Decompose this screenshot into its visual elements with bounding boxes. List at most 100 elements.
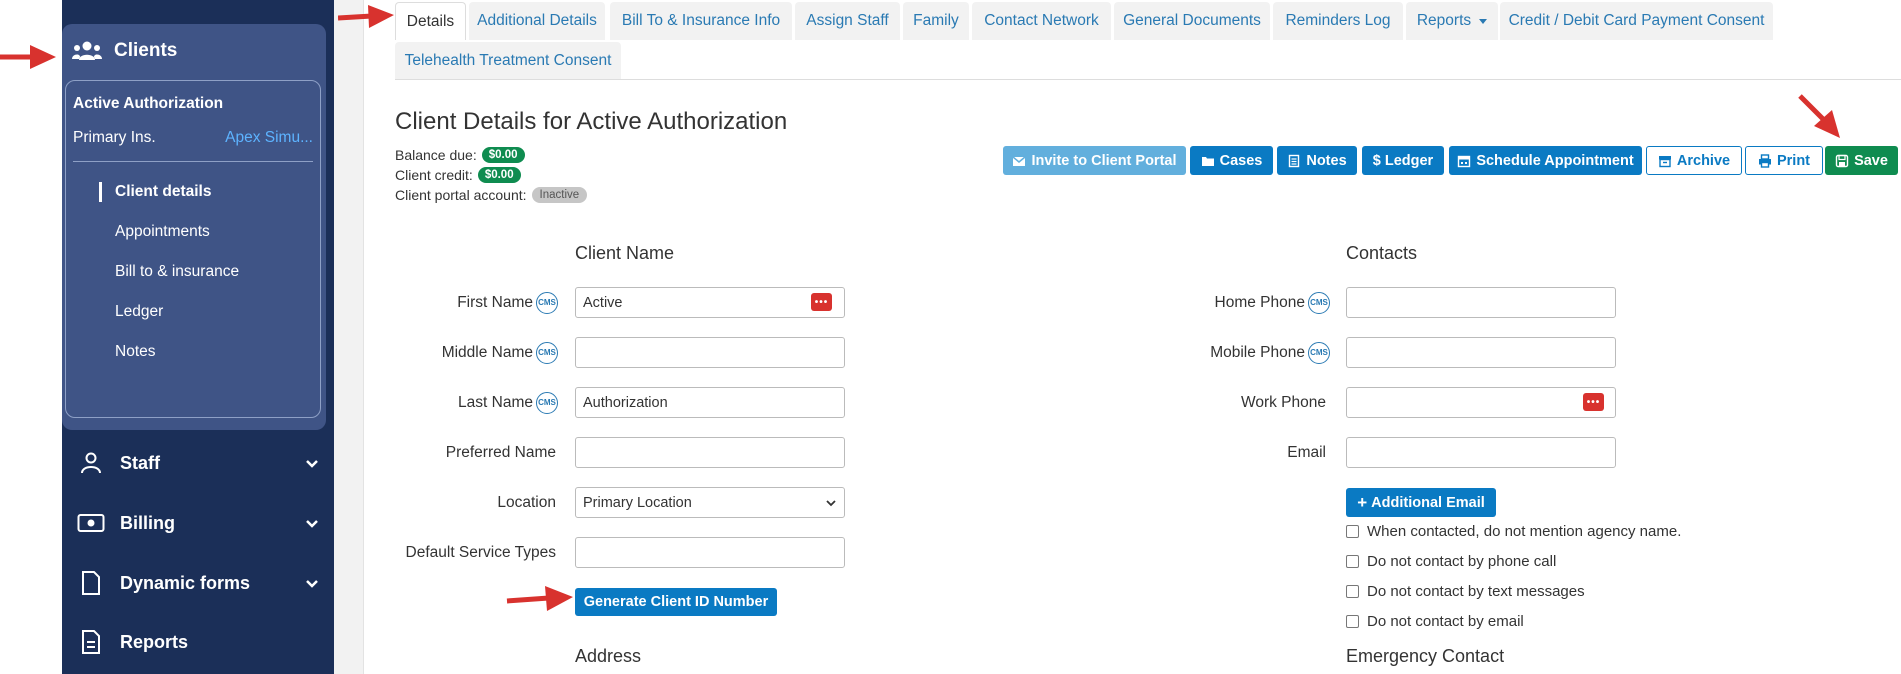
location-label: Location bbox=[497, 493, 556, 511]
more-options-icon[interactable]: ••• bbox=[811, 293, 832, 311]
tab-bill-to-insurance[interactable]: Bill To & Insurance Info bbox=[610, 2, 792, 40]
first-name-label: First Name bbox=[457, 293, 533, 311]
tab-reminders-log[interactable]: Reminders Log bbox=[1273, 2, 1403, 40]
tab-family[interactable]: Family bbox=[903, 2, 969, 40]
sidebar-item-notes[interactable]: Notes bbox=[115, 343, 156, 361]
dollar-icon: $ bbox=[1372, 152, 1381, 169]
chevron-down-icon bbox=[826, 499, 836, 506]
archive-button[interactable]: Archive bbox=[1646, 146, 1742, 175]
tab-bar-divider bbox=[395, 79, 1901, 80]
no-phone-call-checkbox[interactable] bbox=[1346, 555, 1359, 568]
first-name-label-row: First Name CMS bbox=[395, 287, 558, 318]
archive-label: Archive bbox=[1676, 152, 1731, 169]
cms-icon[interactable]: CMS bbox=[536, 291, 558, 314]
sidebar-item-clients[interactable]: Clients bbox=[72, 36, 177, 66]
cms-icon[interactable]: CMS bbox=[1308, 341, 1330, 364]
last-name-label-row: Last Name CMS bbox=[395, 387, 558, 418]
sidebar: Clients Active Authorization Primary Ins… bbox=[62, 0, 334, 674]
generate-client-id-button[interactable]: Generate Client ID Number bbox=[575, 588, 777, 616]
clients-panel: Clients Active Authorization Primary Ins… bbox=[62, 24, 326, 430]
tab-contact-network[interactable]: Contact Network bbox=[972, 2, 1111, 40]
service-types-label: Default Service Types bbox=[405, 543, 556, 561]
document-icon bbox=[76, 568, 106, 598]
portal-account-line: Client portal account: Inactive bbox=[395, 187, 588, 203]
cases-button[interactable]: Cases bbox=[1190, 146, 1273, 175]
authorization-title: Active Authorization bbox=[73, 95, 224, 112]
tab-assign-staff[interactable]: Assign Staff bbox=[795, 2, 900, 40]
location-value: Primary Location bbox=[583, 494, 692, 511]
sidebar-item-billing[interactable]: Billing bbox=[76, 505, 321, 541]
checkbox-label: Do not contact by text messages bbox=[1367, 583, 1585, 600]
billing-icon bbox=[76, 508, 106, 538]
checkbox-row[interactable]: Do not contact by email bbox=[1346, 613, 1524, 630]
mobile-phone-label-row: Mobile Phone CMS bbox=[1150, 337, 1330, 368]
archive-icon bbox=[1658, 155, 1671, 167]
tab-general-documents[interactable]: General Documents bbox=[1114, 2, 1270, 40]
home-phone-label-row: Home Phone CMS bbox=[1150, 287, 1330, 318]
print-icon bbox=[1758, 153, 1771, 168]
home-phone-input[interactable] bbox=[1346, 287, 1616, 318]
reports-icon bbox=[76, 627, 106, 657]
first-name-input[interactable]: Active bbox=[575, 287, 845, 318]
tab-reports-dropdown[interactable]: Reports bbox=[1406, 2, 1498, 40]
sidebar-item-dynamic-forms[interactable]: Dynamic forms bbox=[76, 565, 321, 601]
calendar-icon bbox=[1458, 155, 1471, 167]
work-phone-label: Work Phone bbox=[1240, 393, 1326, 411]
checkbox-label: Do not contact by phone call bbox=[1367, 553, 1557, 570]
tab-reports-label: Reports bbox=[1416, 12, 1472, 29]
checkbox-row[interactable]: Do not contact by text messages bbox=[1346, 583, 1585, 600]
email-input[interactable] bbox=[1346, 437, 1616, 468]
middle-name-label-row: Middle Name CMS bbox=[395, 337, 558, 368]
checkbox-row[interactable]: Do not contact by phone call bbox=[1346, 553, 1556, 570]
primary-ins-link[interactable]: Apex Simu... bbox=[225, 129, 313, 147]
print-button[interactable]: Print bbox=[1745, 146, 1823, 175]
staff-label: Staff bbox=[120, 452, 160, 473]
checkbox-row[interactable]: When contacted, do not mention agency na… bbox=[1346, 523, 1681, 540]
no-text-message-checkbox[interactable] bbox=[1346, 585, 1359, 598]
sidebar-item-client-details[interactable]: Client details bbox=[115, 183, 211, 201]
folder-icon bbox=[1201, 156, 1214, 166]
tab-additional-details[interactable]: Additional Details bbox=[469, 2, 605, 40]
invite-portal-button[interactable]: Invite to Client Portal bbox=[1003, 146, 1186, 175]
schedule-appointment-button[interactable]: Schedule Appointment bbox=[1449, 146, 1642, 175]
sidebar-item-reports[interactable]: Reports bbox=[76, 624, 321, 660]
sidebar-item-appointments[interactable]: Appointments bbox=[115, 223, 210, 241]
service-types-input[interactable] bbox=[575, 537, 845, 568]
checkbox-label: When contacted, do not mention agency na… bbox=[1367, 523, 1682, 540]
chevron-down-icon bbox=[306, 580, 318, 588]
address-section-title: Address bbox=[575, 646, 642, 666]
save-icon bbox=[1835, 154, 1849, 167]
last-name-label: Last Name bbox=[458, 393, 533, 411]
cms-icon[interactable]: CMS bbox=[536, 391, 558, 414]
tab-telehealth-consent[interactable]: Telehealth Treatment Consent bbox=[395, 42, 621, 80]
more-options-icon[interactable]: ••• bbox=[1583, 393, 1604, 411]
preferred-name-input[interactable] bbox=[575, 437, 845, 468]
envelope-icon bbox=[1013, 155, 1026, 166]
schedule-appointment-label: Schedule Appointment bbox=[1476, 152, 1634, 169]
work-phone-input[interactable] bbox=[1346, 387, 1616, 418]
location-select[interactable]: Primary Location bbox=[575, 487, 845, 518]
mobile-phone-input[interactable] bbox=[1346, 337, 1616, 368]
sidebar-left-margin bbox=[0, 0, 62, 674]
cms-icon[interactable]: CMS bbox=[1308, 291, 1330, 314]
sidebar-item-ledger[interactable]: Ledger bbox=[115, 303, 163, 321]
primary-insurance-row: Primary Ins. Apex Simu... bbox=[73, 129, 313, 147]
balance-due-label: Balance due: bbox=[395, 147, 477, 163]
sidebar-item-staff[interactable]: Staff bbox=[76, 445, 321, 481]
additional-email-button[interactable]: + Additional Email bbox=[1346, 488, 1496, 517]
no-agency-name-checkbox[interactable] bbox=[1346, 525, 1359, 538]
middle-name-label: Middle Name bbox=[441, 343, 533, 361]
sidebar-item-bill-to-insurance[interactable]: Bill to & insurance bbox=[115, 263, 239, 281]
save-label: Save bbox=[1854, 152, 1888, 169]
tab-details[interactable]: Details bbox=[395, 2, 466, 40]
last-name-input[interactable]: Authorization bbox=[575, 387, 845, 418]
middle-name-input[interactable] bbox=[575, 337, 845, 368]
no-email-checkbox[interactable] bbox=[1346, 615, 1359, 628]
ledger-button[interactable]: $ Ledger bbox=[1362, 146, 1444, 175]
tab-card-payment-consent[interactable]: Credit / Debit Card Payment Consent bbox=[1500, 2, 1773, 40]
notes-button[interactable]: Notes bbox=[1277, 146, 1357, 175]
cms-icon[interactable]: CMS bbox=[536, 341, 558, 364]
save-button[interactable]: Save bbox=[1825, 146, 1898, 175]
client-name-section-title: Client Name bbox=[575, 243, 675, 263]
emergency-contact-section-title: Emergency Contact bbox=[1346, 646, 1505, 666]
